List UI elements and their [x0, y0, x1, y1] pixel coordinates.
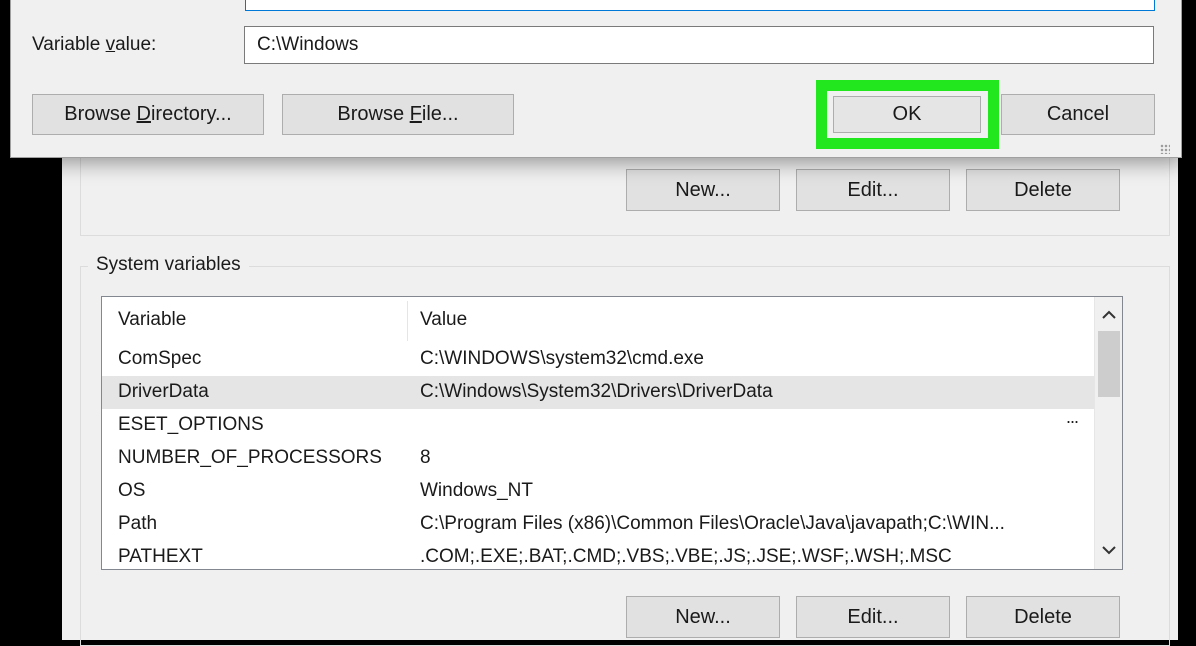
- table-row[interactable]: PATHEXT .COM;.EXE;.BAT;.CMD;.VBS;.VBE;.J…: [102, 541, 1094, 569]
- cancel-button[interactable]: Cancel: [1001, 94, 1155, 135]
- variable-name: PATHEXT: [118, 546, 203, 567]
- browse-directory-button[interactable]: Browse Directory...: [32, 94, 264, 135]
- table-row[interactable]: DriverData C:\Windows\System32\Drivers\D…: [102, 376, 1094, 409]
- system-edit-button[interactable]: Edit...: [796, 596, 950, 638]
- ellipsis-indicator: ...: [1065, 407, 1079, 427]
- variable-value: C:\Program Files (x86)\Common Files\Orac…: [420, 513, 1005, 534]
- system-variables-list[interactable]: Variable Value ComSpec C:\WINDOWS\system…: [101, 296, 1123, 570]
- table-row[interactable]: NUMBER_OF_PROCESSORS 8: [102, 442, 1094, 475]
- variable-value-label-text: Variable value:: [32, 34, 157, 55]
- table-row[interactable]: ComSpec C:\WINDOWS\system32\cmd.exe: [102, 343, 1094, 376]
- chevron-down-icon[interactable]: [1095, 537, 1122, 563]
- system-variables-title: System variables: [88, 254, 249, 276]
- variable-name: OS: [118, 480, 146, 501]
- variable-value-label: Variable value:: [32, 34, 156, 56]
- variable-value-field[interactable]: C:\Windows: [244, 26, 1154, 64]
- table-row[interactable]: OS Windows_NT: [102, 475, 1094, 508]
- table-row[interactable]: Path C:\Program Files (x86)\Common Files…: [102, 508, 1094, 541]
- chevron-up-icon[interactable]: [1095, 301, 1122, 327]
- variable-value: .COM;.EXE;.BAT;.CMD;.VBS;.VBE;.JS;.JSE;.…: [420, 546, 952, 567]
- user-new-button[interactable]: New...: [626, 169, 780, 211]
- column-separator[interactable]: [407, 301, 408, 341]
- column-header-value[interactable]: Value: [420, 309, 467, 331]
- variable-name-field[interactable]: [245, 0, 1155, 11]
- user-edit-button[interactable]: Edit...: [796, 169, 950, 211]
- variable-name: ComSpec: [118, 348, 202, 369]
- variable-value: C:\WINDOWS\system32\cmd.exe: [420, 348, 704, 369]
- ok-button[interactable]: OK: [833, 96, 981, 133]
- variable-name: NUMBER_OF_PROCESSORS: [118, 447, 382, 468]
- browse-file-button[interactable]: Browse File...: [282, 94, 514, 135]
- variable-value: Windows_NT: [420, 480, 533, 501]
- user-delete-button[interactable]: Delete: [966, 169, 1120, 211]
- variable-value: C:\Windows\System32\Drivers\DriverData: [420, 381, 773, 402]
- table-row[interactable]: ESET_OPTIONS ...: [102, 407, 1094, 442]
- list-header: Variable Value: [102, 297, 1094, 343]
- vertical-scrollbar[interactable]: [1094, 297, 1122, 569]
- system-new-button[interactable]: New...: [626, 596, 780, 638]
- variable-name: DriverData: [118, 381, 209, 402]
- variable-name: ESET_OPTIONS: [118, 414, 264, 435]
- column-header-variable[interactable]: Variable: [118, 309, 186, 331]
- scroll-thumb[interactable]: [1098, 331, 1120, 397]
- resize-grip-icon[interactable]: [1160, 144, 1170, 154]
- variable-name: Path: [118, 513, 158, 534]
- variable-value: 8: [420, 447, 431, 468]
- system-delete-button[interactable]: Delete: [966, 596, 1120, 638]
